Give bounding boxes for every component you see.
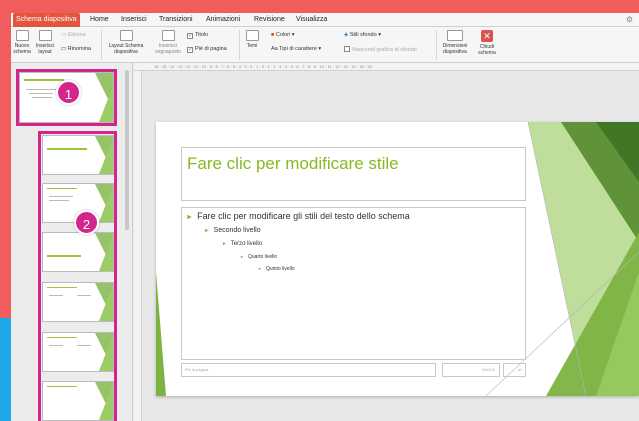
slide-number-placeholder[interactable]: ‹#› — [503, 363, 526, 377]
bullet-icon: ► — [204, 228, 210, 234]
fonts-dropdown[interactable]: Aa Tipi di carattere ▾ — [271, 46, 321, 53]
vertical-ruler[interactable] — [134, 71, 142, 421]
ribbon-separator — [436, 30, 437, 60]
colors-dropdown[interactable]: ■ Colori ▾ — [271, 32, 295, 39]
settings-icon[interactable]: ⚙ — [626, 15, 633, 24]
background-window-edge — [0, 318, 11, 421]
master-layout-icon — [119, 30, 133, 41]
tab-transizioni[interactable]: Transizioni — [156, 13, 196, 27]
text-level-3: ► Terzo livello — [222, 241, 263, 247]
bullet-icon: ► — [222, 242, 227, 247]
rename-icon: ▭ — [61, 46, 68, 52]
slide-size-icon — [447, 30, 463, 41]
master-layout-button[interactable]: Layout Schema diapositiva — [105, 30, 147, 55]
ribbon-separator — [101, 30, 102, 60]
tab-schema-diapositiva[interactable]: Schema diapositiva — [13, 13, 80, 27]
date-placeholder[interactable]: 0/00/15 — [442, 363, 500, 377]
layouts-highlight-box — [38, 131, 117, 421]
delete-button[interactable]: ▭ Elimina — [61, 32, 86, 39]
callout-badge-2: 2 — [74, 210, 99, 235]
delete-icon: ▭ — [61, 32, 68, 38]
bullet-icon: ► — [258, 266, 262, 271]
text-level-5: ► Quinto livello — [258, 266, 295, 272]
bullet-icon: ► — [240, 254, 244, 259]
checkbox-icon — [344, 46, 350, 52]
ribbon-separator — [239, 30, 240, 60]
horizontal-ruler[interactable]: 16 · 15 · 14 · 13 · 12 · 11 · 10 · 9 · 8… — [134, 63, 639, 71]
background-styles-dropdown[interactable]: ◈ Stili sfondo ▾ — [344, 32, 381, 39]
rename-button[interactable]: ▭ Rinomina — [61, 46, 91, 53]
new-master-icon — [15, 30, 29, 41]
text-level-1: ► Fare clic per modificare gli stili del … — [186, 211, 410, 221]
window-titlebar — [0, 0, 639, 13]
tab-animazioni[interactable]: Animazioni — [203, 13, 243, 27]
body-placeholder[interactable]: ► Fare clic per modificare gli stili del … — [181, 207, 526, 360]
close-icon: ✕ — [481, 30, 493, 42]
footer-placeholder[interactable]: Piè di pagina — [181, 363, 436, 377]
text-level-2: ► Secondo livello — [204, 227, 261, 234]
slide-size-button[interactable]: Dimensioni diapositiva — [439, 30, 471, 55]
tab-inserisci[interactable]: Inserisci — [118, 13, 150, 27]
tab-home[interactable]: Home — [87, 13, 112, 27]
insert-placeholder-icon — [161, 30, 175, 41]
tab-visualizza[interactable]: Visualizza — [293, 13, 330, 27]
insert-layout-button[interactable]: Inserisci layout — [34, 30, 56, 55]
callout-badge-1: 1 — [56, 80, 81, 105]
title-placeholder[interactable]: Fare clic per modificare stile — [181, 147, 526, 201]
checkbox-checked-icon: ✓ — [187, 47, 193, 53]
text-level-4: ► Quarto livello — [240, 254, 278, 260]
bullet-icon: ► — [186, 212, 194, 221]
hide-background-checkbox[interactable]: Nascondi grafica di sfondo — [344, 46, 417, 54]
slide-master-canvas[interactable]: Fare clic per modificare stile ► Fare cli… — [156, 122, 639, 396]
ribbon-toolbar: Nuovo schema Inserisci layout ▭ Elimina … — [11, 27, 639, 63]
themes-button[interactable]: Temi — [243, 30, 261, 49]
insert-layout-icon — [38, 30, 52, 41]
ribbon-tabs: Schema diapositiva Home Inserisci Transi… — [11, 13, 639, 27]
font-icon: Aa — [271, 46, 280, 52]
title-checkbox[interactable]: ✓ Titolo — [187, 32, 208, 39]
thumbnail-scrollbar[interactable] — [125, 70, 129, 230]
slide-title: Fare clic per modificare stile — [187, 154, 399, 173]
insert-placeholder-button[interactable]: Inserisci segnaposto — [151, 30, 185, 55]
footer-checkbox[interactable]: ✓ Piè di pagina — [187, 46, 227, 53]
window-left-edge — [0, 0, 11, 421]
tab-revisione[interactable]: Revisione — [251, 13, 288, 27]
themes-icon — [245, 30, 259, 41]
checkbox-checked-icon: ✓ — [187, 33, 193, 39]
new-master-button[interactable]: Nuovo schema — [12, 30, 32, 55]
close-master-button[interactable]: ✕ Chiudi schema — [475, 30, 499, 56]
